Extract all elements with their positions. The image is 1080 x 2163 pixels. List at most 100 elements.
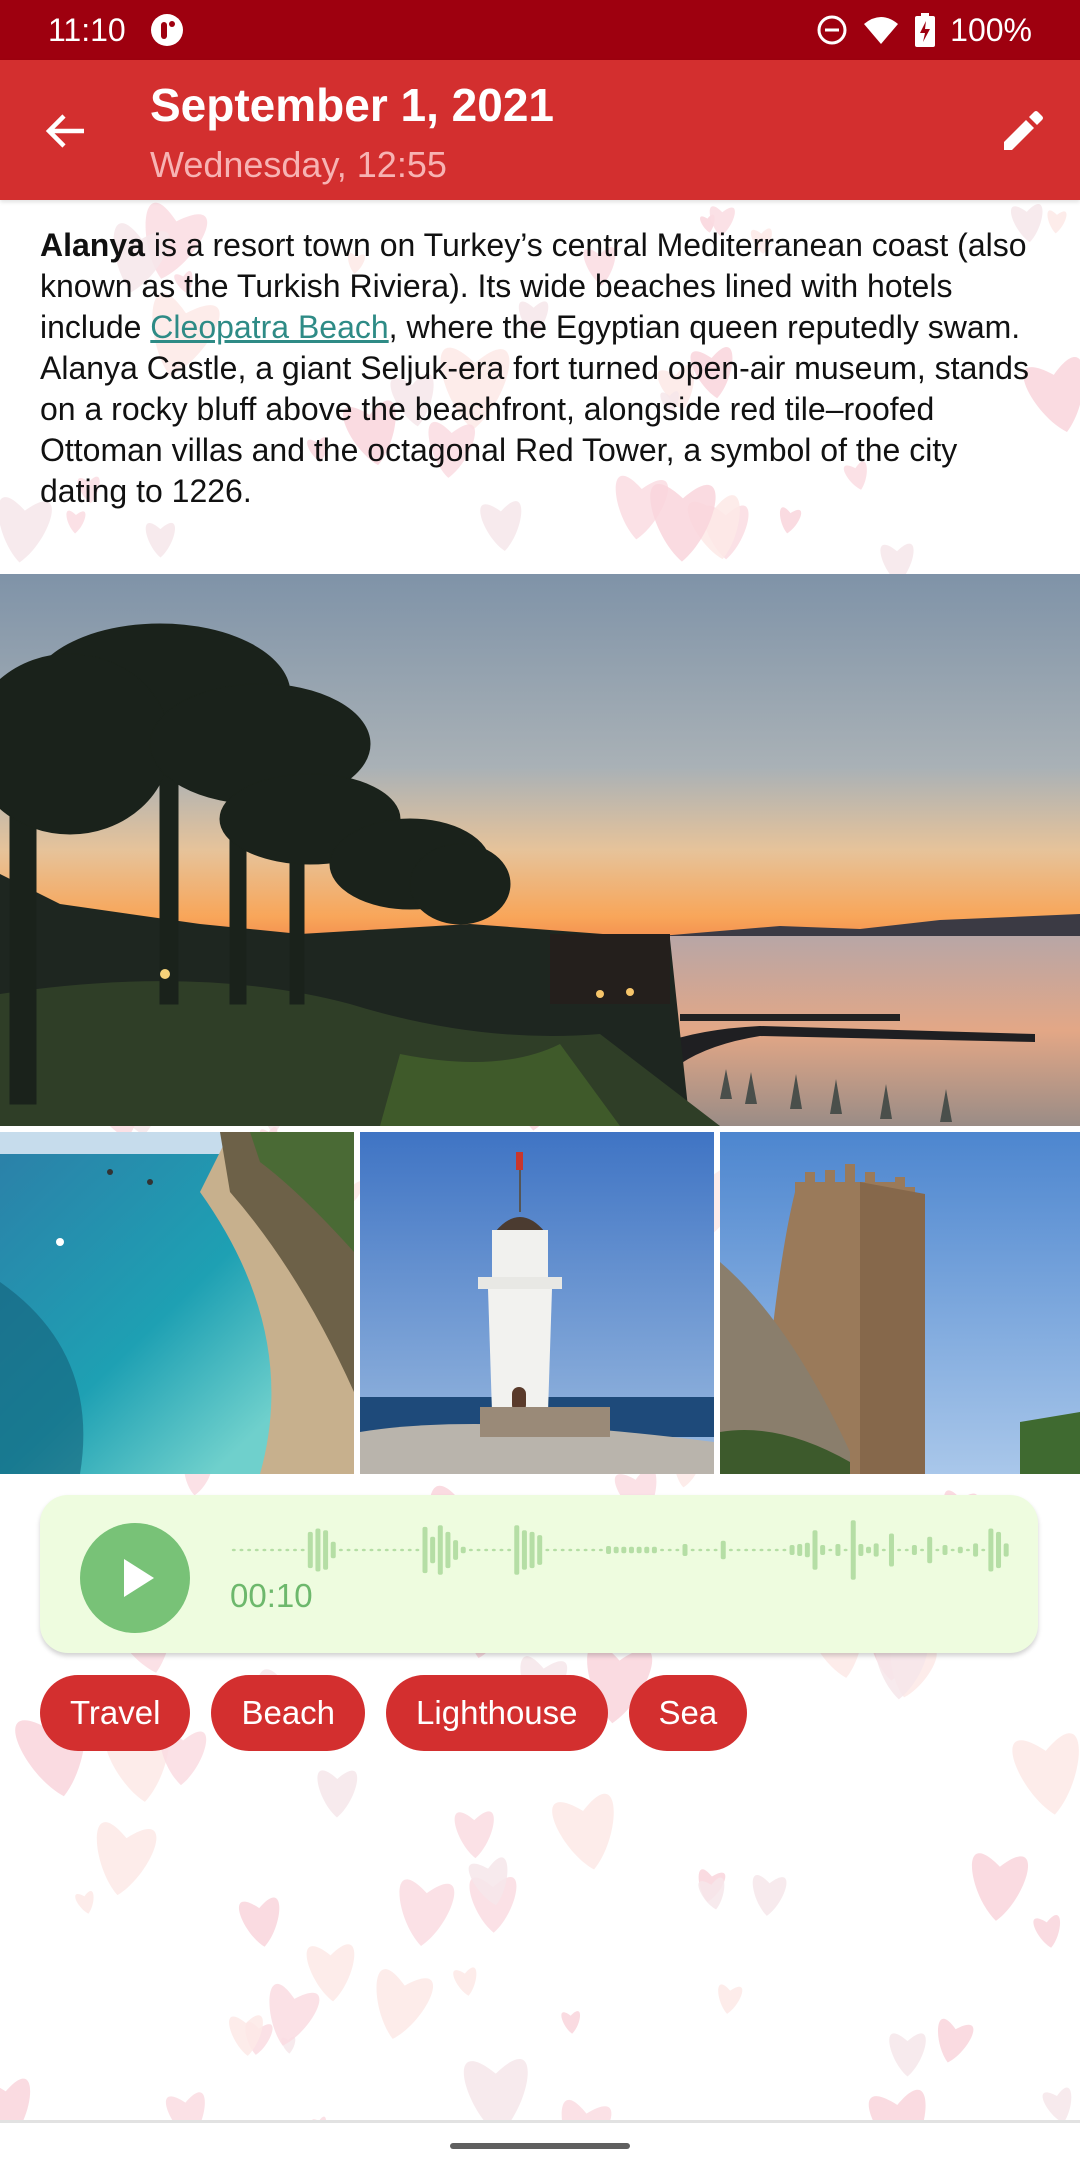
waveform-bar: [575, 1548, 580, 1552]
waveform-bar: [491, 1548, 496, 1552]
red-tower-photo-graphic: [720, 1132, 1080, 1474]
heart-shape: [96, 1822, 157, 1896]
heart-shape: [75, 1890, 94, 1914]
waveform-bar: [843, 1548, 848, 1552]
waveform-bar: [705, 1548, 710, 1552]
sunset-palms-photo[interactable]: [0, 574, 1080, 1126]
waveform-bar: [728, 1548, 733, 1552]
heart-shape: [752, 1875, 787, 1916]
waveform-bar: [499, 1548, 504, 1552]
sunset-photo-graphic: [0, 574, 1080, 1126]
do-not-disturb-icon: [817, 15, 847, 45]
waveform-bar: [911, 1545, 917, 1555]
edit-pencil-icon[interactable]: [992, 100, 1052, 160]
waveform-bar: [774, 1548, 779, 1552]
waveform-bar: [606, 1546, 612, 1554]
heart-shape: [1042, 2087, 1072, 2120]
waveform-bar: [621, 1546, 627, 1554]
tag-list: Travel Beach Lighthouse Sea: [40, 1675, 748, 1751]
waveform-bar: [400, 1548, 405, 1552]
waveform-bar: [430, 1536, 436, 1564]
heart-shape: [561, 2011, 581, 2034]
waveform-bar: [866, 1546, 872, 1554]
waveform-bar: [613, 1546, 619, 1554]
waveform-bar: [537, 1535, 543, 1565]
waveform-bar: [628, 1546, 634, 1554]
waveform-bar: [797, 1544, 803, 1556]
waveform-bar: [293, 1548, 297, 1552]
waveform-bar: [767, 1548, 772, 1552]
waveform-bar: [300, 1548, 305, 1552]
tag-chip[interactable]: Sea: [628, 1675, 748, 1751]
waveform-bar: [690, 1548, 695, 1552]
beach-bay-photo[interactable]: [0, 1132, 354, 1474]
status-time: 11:10: [48, 12, 126, 48]
waveform-bar: [270, 1548, 275, 1552]
heart-shape: [66, 510, 86, 534]
heart-shape: [463, 2058, 528, 2120]
waveform-bar: [247, 1548, 252, 1552]
heart-shape: [937, 2018, 974, 2063]
red-tower-photo[interactable]: [720, 1132, 1080, 1474]
back-arrow-icon[interactable]: [40, 106, 90, 156]
waveform-bar: [828, 1548, 833, 1552]
waveform-bar: [521, 1530, 527, 1570]
waveform-bar: [369, 1548, 374, 1552]
waveform-bar: [415, 1548, 420, 1552]
waveform-bar: [935, 1548, 940, 1552]
waveform-bar: [361, 1548, 366, 1552]
waveform-bar: [835, 1544, 841, 1556]
waveform-bar: [820, 1545, 826, 1555]
waveform-bar: [437, 1525, 443, 1575]
tag-chip[interactable]: Beach: [211, 1675, 366, 1751]
play-button[interactable]: [80, 1523, 190, 1633]
heart-shape: [0, 2078, 31, 2120]
waveform-bar: [920, 1548, 925, 1552]
waveform-bar: [560, 1548, 565, 1552]
waveform-bar: [338, 1548, 343, 1552]
heart-shape: [552, 1793, 614, 1870]
waveform-bar: [384, 1548, 389, 1552]
waveform-bar: [285, 1548, 290, 1552]
tag-chip[interactable]: Lighthouse: [386, 1675, 608, 1751]
waveform-bar: [307, 1531, 313, 1569]
entry-bold-lead: Alanya: [40, 227, 145, 263]
lighthouse-photo[interactable]: [360, 1132, 714, 1474]
heart-shape: [718, 1984, 743, 2014]
cleopatra-beach-link[interactable]: Cleopatra Beach: [150, 309, 388, 345]
waveform-bar: [996, 1531, 1002, 1569]
waveform-bar: [927, 1536, 933, 1564]
entry-body-text: Alanya is a resort town on Turkey’s cent…: [40, 225, 1050, 512]
tag-chip[interactable]: Travel: [40, 1675, 191, 1751]
waveform-bar: [713, 1548, 718, 1552]
play-icon: [124, 1559, 154, 1597]
gesture-handle[interactable]: [450, 2143, 630, 2149]
waveform-bar: [804, 1542, 810, 1558]
waveform-bar: [476, 1548, 481, 1552]
waveform-bar: [651, 1546, 657, 1554]
entry-date-title: September 1, 2021: [150, 79, 555, 131]
waveform-bar: [942, 1545, 948, 1555]
waveform-bar: [973, 1543, 979, 1557]
waveform-bar: [514, 1525, 520, 1575]
heart-shape: [889, 2033, 926, 2077]
heart-shape: [317, 1770, 358, 1818]
heart-shape: [454, 1811, 494, 1859]
waveform-bar: [277, 1548, 282, 1552]
audio-waveform[interactable]: [230, 1515, 1010, 1585]
waveform-bar: [392, 1548, 397, 1552]
battery-percentage: 100%: [950, 11, 1032, 48]
heart-shape: [453, 1967, 477, 1996]
heart-shape: [238, 1897, 280, 1947]
waveform-bar: [529, 1531, 535, 1569]
waveform-bar: [782, 1548, 787, 1552]
waveform-bar: [736, 1548, 741, 1552]
battery-charging-icon: [915, 13, 936, 47]
waveform-bar: [759, 1548, 764, 1552]
waveform-bar: [873, 1543, 879, 1557]
waveform-bar: [354, 1548, 359, 1552]
app-notification-icon: [151, 14, 183, 46]
waveform-bar: [468, 1548, 473, 1552]
waveform-bar: [950, 1548, 955, 1552]
app-bar: September 1, 2021 Wednesday, 12:55: [0, 60, 1080, 200]
